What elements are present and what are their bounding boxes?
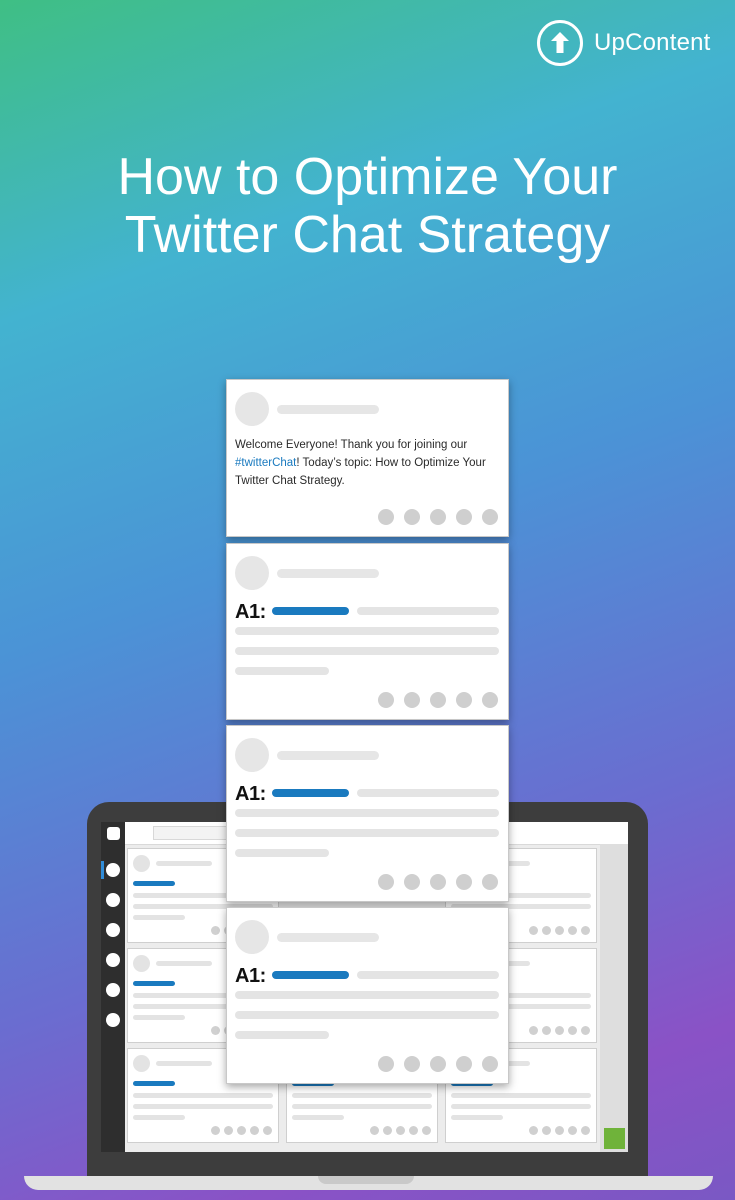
answer-label: A1: — [235, 965, 266, 987]
answer-label: A1: — [235, 601, 266, 623]
username-placeholder — [277, 933, 379, 942]
tweet-card-answer: A1: — [226, 543, 509, 720]
highlight-bar — [272, 971, 349, 979]
avatar — [235, 920, 269, 954]
owl-logo-icon — [107, 827, 120, 840]
username-placeholder — [277, 569, 379, 578]
sidebar-nav-icon — [106, 863, 120, 877]
page-title: How to Optimize Your Twitter Chat Strate… — [0, 148, 735, 264]
tweet-actions — [378, 1056, 498, 1072]
highlight-bar — [272, 789, 349, 797]
avatar — [235, 392, 269, 426]
dashboard-action-square — [604, 1128, 625, 1149]
tweet-actions — [378, 509, 498, 525]
tweet-text: Welcome Everyone! Thank you for joining … — [235, 439, 486, 487]
sidebar-nav-icon — [106, 953, 120, 967]
tweet-card-intro: Welcome Everyone! Thank you for joining … — [226, 379, 509, 537]
tweet-actions — [378, 874, 498, 890]
laptop-notch — [318, 1176, 414, 1184]
dashboard-sidebar — [101, 822, 125, 1152]
brand-name: UpContent — [594, 29, 711, 56]
sidebar-nav-icon — [106, 893, 120, 907]
sidebar-nav-icon — [106, 1013, 120, 1027]
tweet-actions — [378, 692, 498, 708]
dashboard-scrollbar — [600, 844, 628, 1152]
sidebar-nav-icon — [106, 923, 120, 937]
tweet-card-answer: A1: — [226, 907, 509, 1084]
title-line-1: How to Optimize Your — [117, 148, 618, 206]
sidebar-nav-icon — [106, 983, 120, 997]
tweet-card-answer: A1: — [226, 725, 509, 902]
hashtag-link: #twitterChat — [235, 457, 297, 469]
upload-arrow-icon — [537, 20, 583, 66]
avatar — [235, 738, 269, 772]
brand-logo: UpContent — [537, 20, 711, 66]
username-placeholder — [277, 751, 379, 760]
avatar — [235, 556, 269, 590]
highlight-bar — [272, 607, 349, 615]
title-line-2: Twitter Chat Strategy — [124, 206, 611, 264]
answer-label: A1: — [235, 783, 266, 805]
username-placeholder — [277, 405, 379, 414]
active-nav-indicator — [101, 861, 104, 879]
